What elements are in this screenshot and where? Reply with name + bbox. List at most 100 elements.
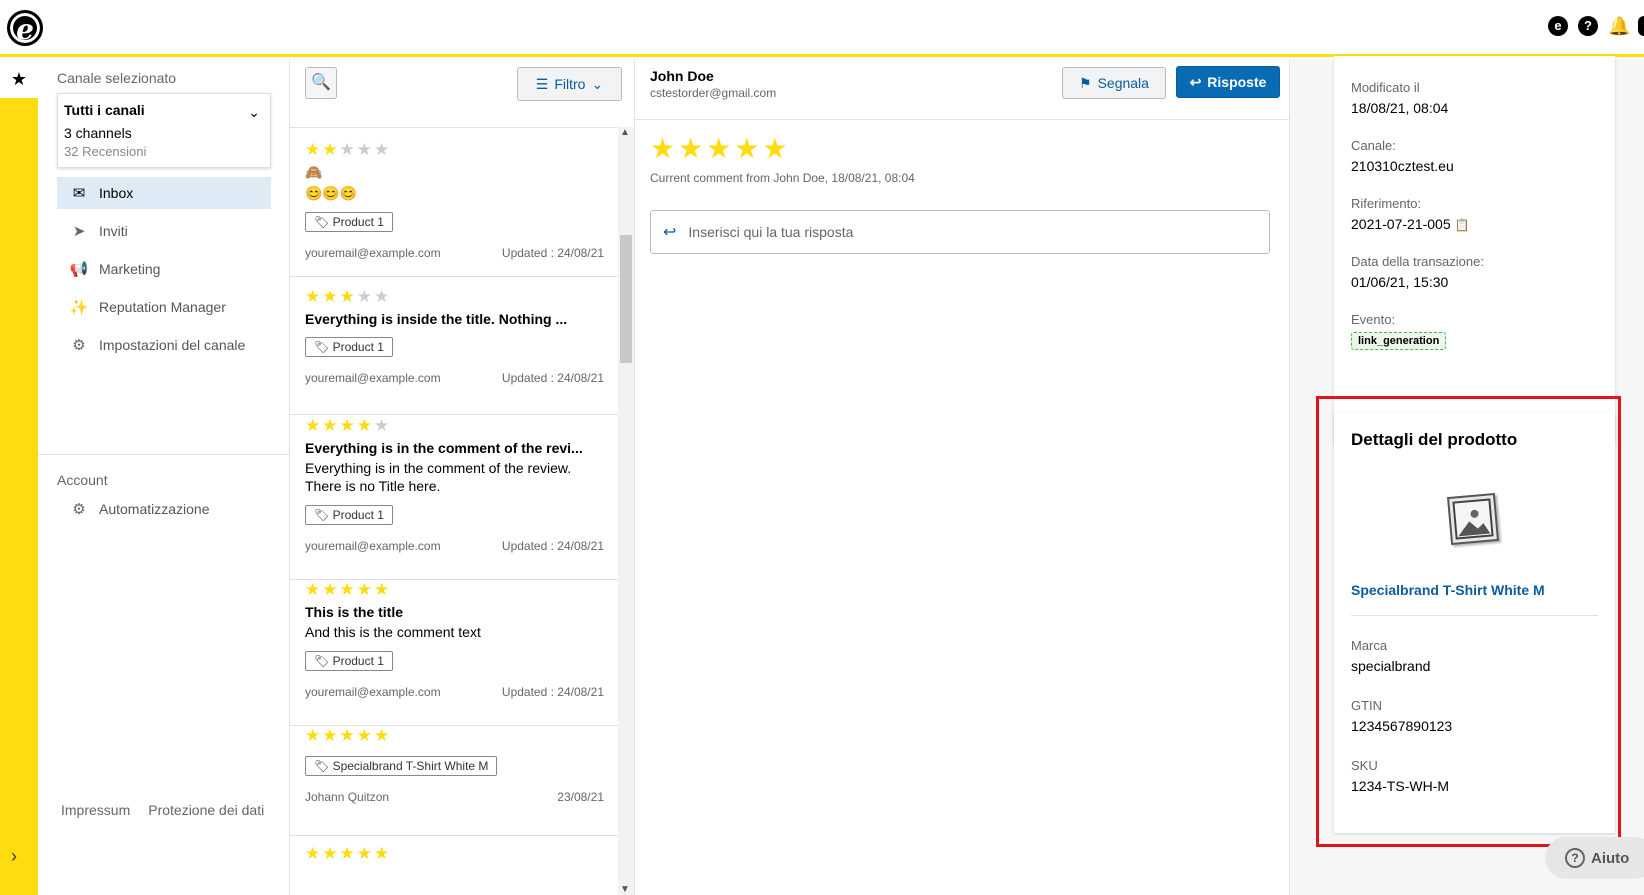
review-email: youremail@example.com: [305, 246, 441, 260]
top-icons: e ? 🔔: [1548, 16, 1644, 36]
review-emoji: 🙈: [305, 164, 323, 180]
review-card[interactable]: ★★★★★ Everything is in the comment of th…: [290, 416, 619, 580]
trusted-shops-icon[interactable]: e: [1548, 16, 1568, 36]
image-placeholder-icon: [1446, 492, 1500, 546]
top-bar: e e ? 🔔: [0, 0, 1644, 57]
sidebar-item-inbox[interactable]: ✉ Inbox: [57, 177, 271, 209]
copy-icon[interactable]: 📋: [1455, 218, 1470, 232]
chevron-down-icon: ⌄: [248, 104, 260, 120]
review-emoji-extra: 😊😊😊: [305, 185, 358, 201]
detail-header-divider: [635, 119, 1290, 120]
bell-icon[interactable]: 🔔: [1608, 16, 1630, 36]
star-rating: ★★★★★: [305, 580, 392, 599]
nav-divider: [38, 454, 290, 455]
sku-value: 1234-TS-WH-M: [1351, 778, 1450, 794]
gtin-label: GTIN: [1351, 698, 1383, 713]
search-icon: 🔍: [311, 74, 331, 91]
report-button[interactable]: ⚑ Segnala: [1062, 67, 1166, 99]
sidebar-item-label: Reputation Manager: [99, 299, 226, 315]
star-icon[interactable]: ★: [0, 60, 38, 98]
tag-icon: 🏷: [314, 215, 333, 229]
impressum-link[interactable]: Impressum: [61, 802, 130, 818]
review-card[interactable]: ★★★★★: [290, 844, 619, 895]
product-tag[interactable]: 🏷 Product 1: [305, 651, 393, 671]
channel-selector[interactable]: Tutti i canali 3 channels 32 Recensioni …: [57, 93, 271, 168]
sidebar-item-reputation-manager[interactable]: ✨ Reputation Manager: [57, 291, 271, 323]
review-updated: Updated : 24/08/21: [501, 371, 604, 385]
robot-icon: ⚙: [72, 501, 86, 518]
chevron-down-icon: ⌄: [591, 75, 604, 92]
sku-label: SKU: [1351, 758, 1378, 773]
channel-count: 3 channels: [64, 125, 132, 141]
product-tag[interactable]: 🏷 Product 1: [305, 212, 393, 232]
search-button[interactable]: 🔍: [305, 67, 337, 99]
review-updated: Updated : 24/08/21: [501, 685, 604, 699]
review-card[interactable]: ★★★★★ 🙈 😊😊😊 🏷 Product 1 youremail@exampl…: [290, 140, 619, 277]
review-author: Johann Quitzon: [305, 790, 390, 804]
tag-icon: 🏷: [314, 759, 333, 773]
scroll-down-icon[interactable]: ▼: [620, 884, 630, 895]
review-card[interactable]: ★★★★★ Everything is inside the title. No…: [290, 287, 619, 415]
filter-icon: ☰: [535, 75, 549, 92]
star-rating: ★★★★★: [650, 133, 791, 164]
product-tag[interactable]: 🏷 Product 1: [305, 505, 393, 525]
gear-icon: ⚙: [72, 337, 86, 354]
list-scrollbar[interactable]: ▲ ▼: [618, 127, 634, 895]
reply-input[interactable]: ↩ Inserisci qui la tua risposta: [650, 210, 1270, 254]
reply-placeholder: Inserisci qui la tua risposta: [688, 224, 854, 240]
sidebar-item-label: Impostazioni del canale: [99, 337, 246, 353]
sidebar-item-inviti[interactable]: ➤ Inviti: [57, 215, 271, 247]
privacy-link[interactable]: Protezione dei dati: [148, 802, 264, 818]
left-rail: ★ ›: [0, 60, 38, 895]
comment-meta: Current comment from John Doe, 18/08/21,…: [650, 171, 915, 185]
review-body: Everything is in the comment of the revi…: [305, 460, 572, 494]
transaction-value: 01/06/21, 15:30: [1351, 274, 1449, 290]
product-name-link[interactable]: Specialbrand T-Shirt White M: [1351, 582, 1545, 598]
tag-icon: 🏷: [314, 654, 333, 668]
order-info-card: Modificato il 18/08/21, 08:04 Canale: 21…: [1334, 56, 1615, 443]
star-rating: ★★★★★: [305, 844, 392, 863]
channel-label: Canale:: [1351, 138, 1396, 153]
megaphone-icon: 📢: [69, 261, 89, 278]
review-card[interactable]: ★★★★★ This is the title And this is the …: [290, 580, 619, 726]
trusted-shops-logo[interactable]: e: [7, 10, 43, 46]
sidebar-item-channel-settings[interactable]: ⚙ Impostazioni del canale: [57, 329, 271, 361]
transaction-label: Data della transazione:: [1351, 254, 1484, 269]
filter-button[interactable]: ☰ Filtro ⌄: [517, 67, 622, 101]
review-title: This is the title: [305, 604, 404, 620]
flag-icon: ⚑: [1079, 74, 1092, 91]
sidebar-item-automatizzazione[interactable]: ⚙ Automatizzazione: [57, 493, 271, 525]
scroll-thumb[interactable]: [620, 235, 632, 363]
brand-label: Marca: [1351, 638, 1388, 653]
star-rating: ★★★★★: [305, 416, 392, 435]
star-rating: ★★★★★: [305, 726, 392, 745]
review-title: Everything is inside the title. Nothing …: [305, 311, 568, 327]
side-panel: Modificato il 18/08/21, 08:04 Canale: 21…: [1290, 56, 1644, 895]
sidebar-item-marketing[interactable]: 📢 Marketing: [57, 253, 271, 285]
product-divider: [1351, 615, 1598, 616]
tag-icon: 🏷: [314, 340, 333, 354]
reference-label: Riferimento:: [1351, 196, 1422, 211]
event-label: Evento:: [1351, 312, 1396, 327]
sidebar-nav: Canale selezionato Tutti i canali 3 chan…: [38, 60, 290, 895]
product-tag[interactable]: 🏷 Specialbrand T-Shirt White M: [305, 756, 498, 776]
product-tag[interactable]: 🏷 Product 1: [305, 337, 393, 357]
help-button[interactable]: ? Aiuto: [1545, 837, 1644, 879]
review-body: And this is the comment text: [305, 624, 481, 640]
expand-chevron-icon[interactable]: ›: [11, 846, 17, 867]
help-icon[interactable]: ?: [1578, 16, 1598, 36]
channel-name: Tutti i canali: [64, 102, 145, 118]
reply-icon: ↩: [1189, 73, 1202, 90]
event-chip: link_generation: [1351, 332, 1447, 350]
list-header-divider: [290, 127, 634, 128]
reference-value: 2021-07-21-005 📋: [1351, 216, 1470, 232]
scroll-up-icon[interactable]: ▲: [620, 127, 630, 138]
reply-button[interactable]: ↩ Risposte: [1176, 66, 1280, 98]
send-icon: ➤: [72, 223, 86, 240]
sidebar-item-label: Inviti: [99, 223, 128, 239]
review-title: Everything is in the comment of the revi…: [305, 440, 583, 456]
avatar[interactable]: [1638, 16, 1644, 36]
review-card[interactable]: ★★★★★ 🏷 Specialbrand T-Shirt White M Joh…: [290, 726, 619, 836]
channel-reviews: 32 Recensioni: [64, 144, 147, 159]
sparkle-icon: ✨: [69, 299, 89, 316]
